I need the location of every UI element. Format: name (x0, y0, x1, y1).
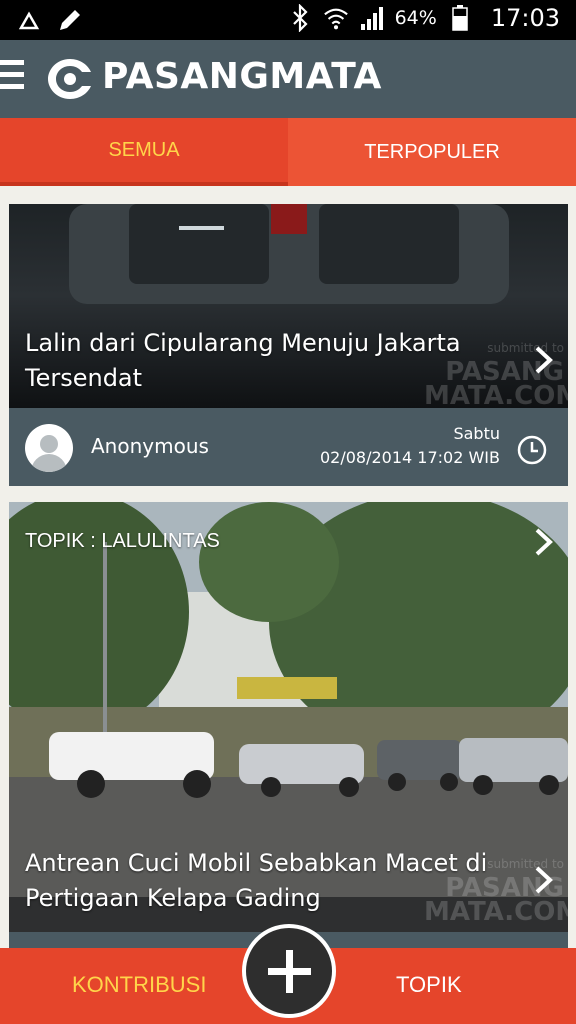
kontribusi-button[interactable]: KONTRIBUSI (72, 972, 206, 998)
status-bar: 64% 17:03 (0, 0, 576, 40)
post-day: Sabtu (453, 424, 500, 443)
battery-percent: 64% (394, 7, 437, 29)
signal-icon (360, 7, 383, 30)
app-header: PASANGMATA (0, 40, 576, 118)
avatar[interactable] (25, 424, 73, 472)
hamburger-menu-icon[interactable] (0, 60, 26, 96)
add-post-button[interactable] (242, 924, 336, 1018)
recycle-icon (18, 11, 40, 30)
topik-button[interactable]: TOPIK (396, 972, 462, 998)
tab-terpopuler[interactable]: TERPOPULER (288, 118, 576, 186)
post-datetime: 02/08/2014 17:02 WIB (319, 448, 500, 467)
tab-semua[interactable]: SEMUA (0, 118, 288, 186)
chevron-right-icon[interactable] (532, 526, 556, 558)
post-card[interactable]: submitted to PASANG MATA.COM TOPIK : LAL… (9, 502, 568, 948)
topic-label[interactable]: TOPIK : LALULINTAS (25, 530, 220, 553)
post-caption[interactable]: Lalin dari Cipularang Menuju Jakarta Ter… (25, 326, 508, 396)
author-name[interactable]: Anonymous (91, 434, 209, 458)
post-date: Sabtu 02/08/2014 17:02 WIB (320, 422, 500, 470)
wifi-icon (323, 8, 348, 30)
post-meta: Anonymous Sabtu 02/08/2014 17:02 WIB (9, 408, 568, 486)
bluetooth-icon (292, 4, 308, 32)
chevron-right-icon[interactable] (532, 344, 556, 376)
tab-bar: SEMUA TERPOPULER (0, 118, 576, 186)
eye-logo-icon (48, 59, 91, 99)
clock-icon (517, 435, 547, 465)
app-logo-text: PASANGMATA (102, 56, 382, 97)
clock-time: 17:03 (490, 4, 560, 32)
battery-icon (452, 5, 468, 31)
post-card[interactable]: submitted to PASANG MATA.COM Lalin dari … (9, 204, 568, 486)
chevron-right-icon[interactable] (532, 864, 556, 896)
post-caption[interactable]: Antrean Cuci Mobil Sebabkan Macet di Per… (25, 846, 508, 916)
pencil-icon (60, 10, 80, 30)
post-feed[interactable]: submitted to PASANG MATA.COM Lalin dari … (0, 186, 576, 948)
